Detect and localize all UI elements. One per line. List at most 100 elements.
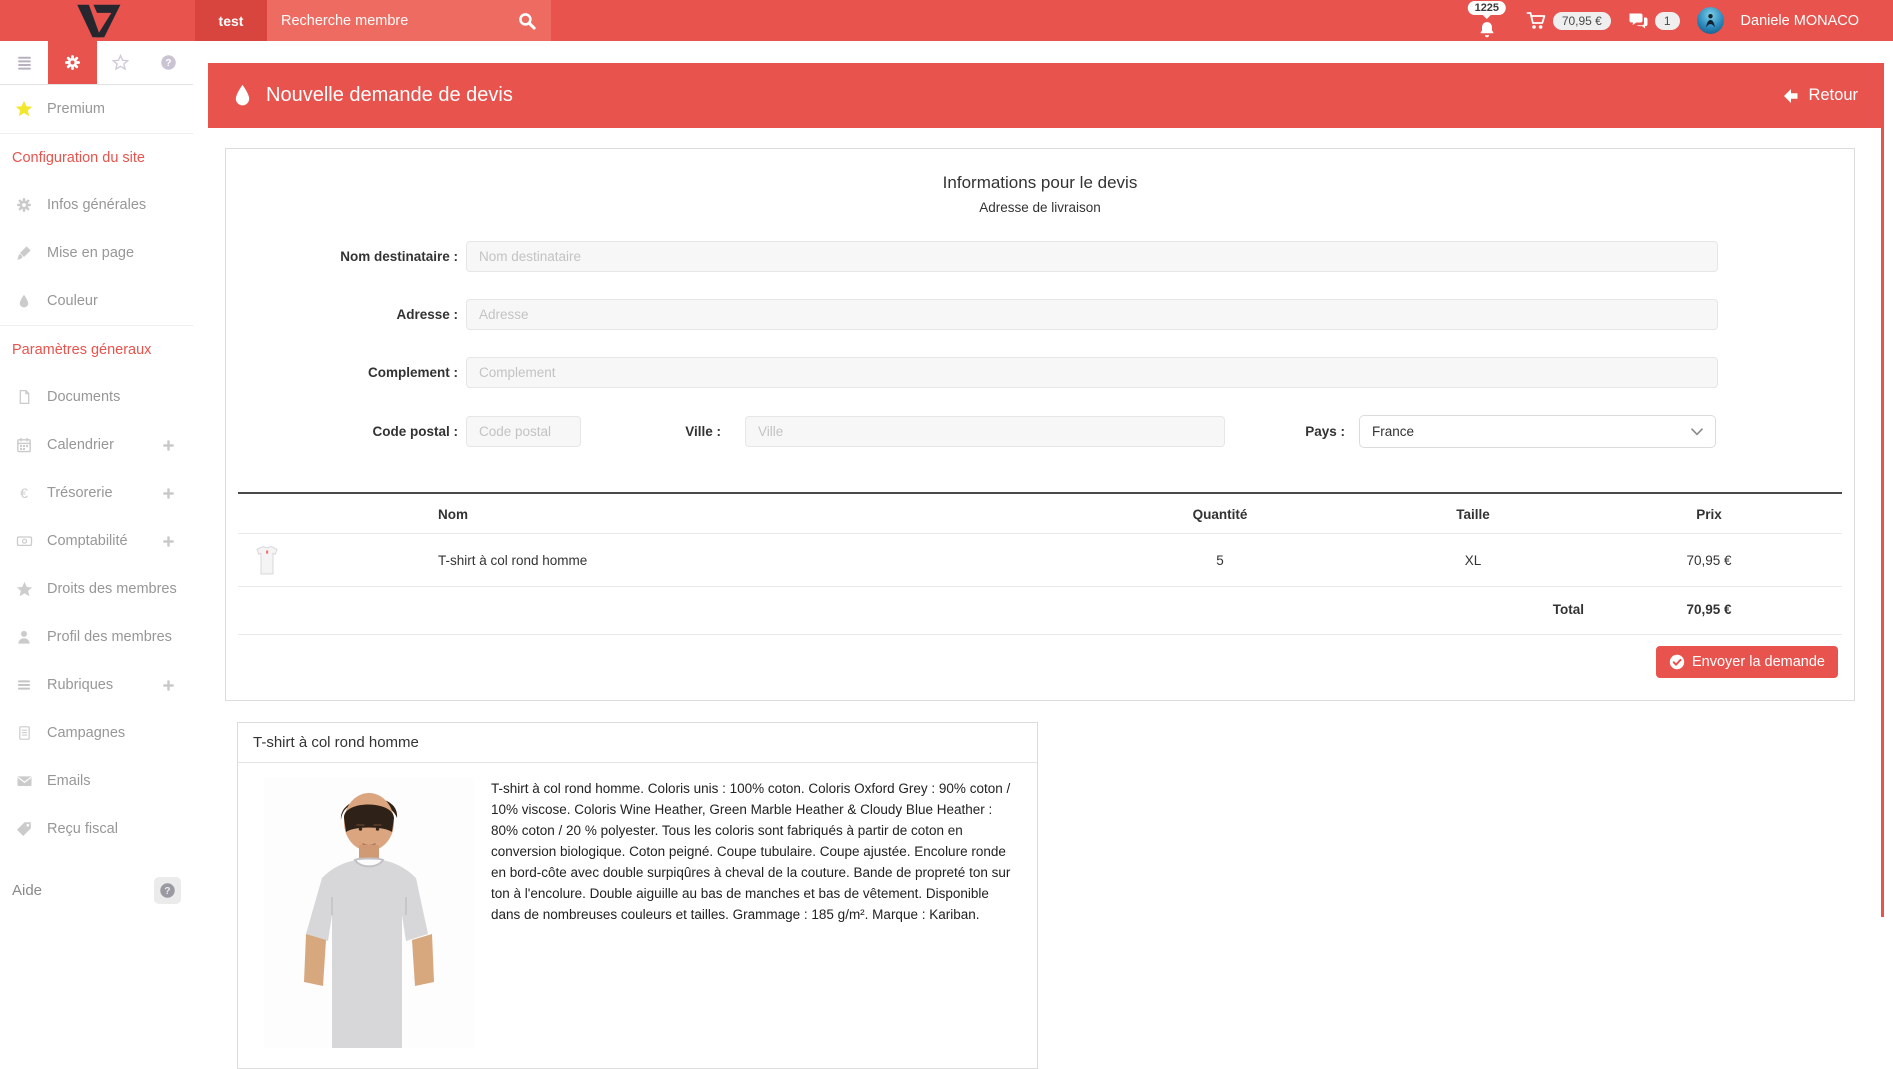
sidebar-item-droits-membres[interactable]: Droits des membres xyxy=(0,565,193,613)
complement-field[interactable] xyxy=(466,357,1718,388)
euro-icon: € xyxy=(16,485,32,501)
country-value: France xyxy=(1372,424,1414,439)
sidebar-item-label: Calendrier xyxy=(47,437,114,453)
sidebar-item-label: Emails xyxy=(47,773,91,789)
back-label: Retour xyxy=(1808,86,1858,105)
tab-favorites[interactable] xyxy=(97,41,145,84)
tshirt-thumbnail xyxy=(256,545,278,575)
sidebar-item-label: Profil des membres xyxy=(47,629,172,645)
plus-icon[interactable] xyxy=(162,487,175,500)
plus-icon[interactable] xyxy=(162,439,175,452)
col-nom: Nom xyxy=(438,507,1100,522)
plus-icon[interactable] xyxy=(162,535,175,548)
sidebar-item-comptabilite[interactable]: Comptabilité xyxy=(0,517,193,565)
recipient-label: Nom destinataire : xyxy=(238,249,466,264)
sidebar-item-premium[interactable]: Premium xyxy=(0,85,193,133)
sidebar-item-rubriques[interactable]: Rubriques xyxy=(0,661,193,709)
search-input[interactable] xyxy=(267,13,518,29)
sidebar-item-calendrier[interactable]: Calendrier xyxy=(0,421,193,469)
avatar[interactable] xyxy=(1697,7,1724,34)
topbar-right: 1225 70,95 € 1 xyxy=(1465,0,1859,41)
sidebar-item-label: Trésorerie xyxy=(47,485,113,501)
sidebar-item-couleur[interactable]: Couleur xyxy=(0,277,193,325)
question-circle-icon: ? xyxy=(160,54,177,71)
total-value: 70,95 € xyxy=(1606,602,1812,617)
item-price: 70,95 € xyxy=(1606,553,1812,568)
form-row-complement: Complement : xyxy=(238,357,1842,388)
sidebar-item-label: Infos générales xyxy=(47,197,146,213)
svg-text:?: ? xyxy=(164,885,170,896)
table-row: T-shirt à col rond homme 5 XL 70,95 € xyxy=(238,534,1842,587)
item-qty: 5 xyxy=(1100,553,1340,568)
sidebar-item-campagnes[interactable]: Campagnes xyxy=(0,709,193,757)
bell-icon xyxy=(1478,20,1496,38)
search-icon[interactable] xyxy=(518,12,536,30)
chat-bubbles-icon xyxy=(1628,11,1649,30)
form-row-recipient: Nom destinataire : xyxy=(238,241,1842,272)
back-button[interactable]: Retour xyxy=(1782,86,1858,105)
user-menu[interactable]: Daniele MONACO xyxy=(1741,13,1859,29)
help-button[interactable]: ? xyxy=(154,877,181,904)
sidebar-item-mise-en-page[interactable]: Mise en page xyxy=(0,229,193,277)
gear-icon xyxy=(16,197,32,213)
tab-help[interactable]: ? xyxy=(145,41,193,84)
form-row-city: Code postal : Ville : Pays : France xyxy=(238,415,1842,448)
address-field[interactable] xyxy=(466,299,1718,330)
file-icon xyxy=(17,389,32,405)
star-yellow-icon xyxy=(15,100,33,118)
cart-button[interactable]: 70,95 € xyxy=(1526,11,1611,30)
tab-settings[interactable] xyxy=(48,41,96,84)
star-outline-icon xyxy=(112,54,129,71)
send-request-label: Envoyer la demande xyxy=(1692,654,1825,670)
table-total-row: Total 70,95 € xyxy=(238,587,1842,635)
items-table: Nom Quantité Taille Prix T-shirt à col r… xyxy=(238,492,1842,692)
postal-label: Code postal : xyxy=(238,424,466,439)
col-prix: Prix xyxy=(1606,507,1812,522)
sidebar-item-emails[interactable]: Emails xyxy=(0,757,193,805)
postal-field[interactable] xyxy=(466,416,581,447)
site-tab[interactable]: test xyxy=(195,0,267,41)
col-quantite: Quantité xyxy=(1100,507,1340,522)
city-field[interactable] xyxy=(745,416,1225,447)
sidebar-item-label: Documents xyxy=(47,389,120,405)
sidebar-item-label: Rubriques xyxy=(47,677,113,693)
address-label: Adresse : xyxy=(238,307,466,322)
svg-text:?: ? xyxy=(166,58,172,69)
sidebar-item-recu-fiscal[interactable]: Reçu fiscal xyxy=(0,805,193,853)
sidebar-help-row: Aide ? xyxy=(0,863,193,917)
notification-badge: 1225 xyxy=(1468,1,1506,15)
sidebar-item-label: Reçu fiscal xyxy=(47,821,118,837)
notifications-button[interactable]: 1225 xyxy=(1465,0,1509,41)
recipient-field[interactable] xyxy=(466,241,1718,272)
sidebar-item-documents[interactable]: Documents xyxy=(0,373,193,421)
item-name: T-shirt à col rond homme xyxy=(438,553,1100,568)
form-title: Informations pour le devis xyxy=(238,173,1842,193)
sidebar-item-infos-generales[interactable]: Infos générales xyxy=(0,181,193,229)
document-icon xyxy=(17,725,32,741)
list-icon xyxy=(16,677,32,693)
sidebar-item-label: Couleur xyxy=(47,293,98,309)
total-label: Total xyxy=(1553,602,1606,617)
messages-button[interactable]: 1 xyxy=(1628,11,1680,30)
page-title: Nouvelle demande de devis xyxy=(266,84,513,107)
sidebar-section-configuration: Configuration du site xyxy=(0,133,193,181)
plus-icon[interactable] xyxy=(162,679,175,692)
send-request-button[interactable]: Envoyer la demande xyxy=(1656,646,1838,678)
tab-menu[interactable] xyxy=(0,41,48,84)
app-logo[interactable] xyxy=(0,0,193,41)
city-label: Ville : xyxy=(581,424,729,439)
country-select[interactable]: France xyxy=(1359,415,1716,448)
banknote-icon xyxy=(16,533,33,549)
help-label: Aide xyxy=(12,882,42,899)
sidebar-item-profil-membres[interactable]: Profil des membres xyxy=(0,613,193,661)
question-circle-icon: ? xyxy=(159,882,176,899)
gear-icon xyxy=(64,54,81,71)
form-subtitle: Adresse de livraison xyxy=(238,200,1842,215)
sidebar-item-tresorerie[interactable]: € Trésorerie xyxy=(0,469,193,517)
envelope-icon xyxy=(16,773,33,789)
messages-count-badge: 1 xyxy=(1655,12,1680,30)
person-icon xyxy=(16,629,32,645)
form-row-address: Adresse : xyxy=(238,299,1842,330)
submit-row: Envoyer la demande xyxy=(238,635,1842,692)
arrow-left-icon xyxy=(1782,88,1799,104)
